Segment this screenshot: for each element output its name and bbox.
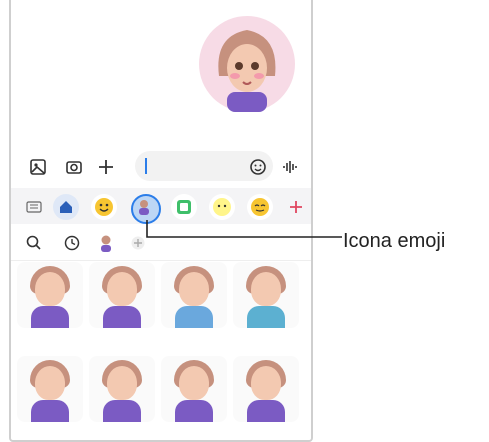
voice-icon[interactable] <box>279 156 301 178</box>
callout-label: Icona emoji <box>343 230 446 252</box>
text-cursor <box>145 158 147 174</box>
gallery-icon[interactable] <box>27 156 49 178</box>
sent-sticker[interactable] <box>199 16 295 112</box>
avatar-sticker[interactable] <box>233 356 299 422</box>
sticker-icon[interactable] <box>171 194 197 220</box>
plus-icon[interactable] <box>95 156 117 178</box>
avatar-sticker[interactable] <box>233 262 299 328</box>
avatar-icon[interactable] <box>95 232 117 254</box>
avatar-sticker[interactable] <box>89 356 155 422</box>
avatar-sticker[interactable] <box>161 356 227 422</box>
home-icon[interactable] <box>53 194 79 220</box>
add-icon[interactable] <box>285 196 307 218</box>
chat-area <box>11 0 311 140</box>
avatar-sticker[interactable] <box>89 262 155 328</box>
keyboard-icon[interactable] <box>23 196 45 218</box>
bitmoji-icon[interactable] <box>209 194 235 220</box>
recent-icon[interactable] <box>61 232 83 254</box>
avatar-sticker-grid <box>17 262 307 440</box>
avatar-sticker[interactable] <box>17 262 83 328</box>
callout-line <box>146 220 342 238</box>
avatar-sticker[interactable] <box>161 262 227 328</box>
animated-emoji-icon[interactable] <box>247 194 273 220</box>
emoji-icon[interactable] <box>91 194 117 220</box>
camera-icon[interactable] <box>63 156 85 178</box>
emoji-face-icon[interactable] <box>247 156 269 178</box>
search-icon[interactable] <box>23 232 45 254</box>
avatar-sticker[interactable] <box>17 356 83 422</box>
